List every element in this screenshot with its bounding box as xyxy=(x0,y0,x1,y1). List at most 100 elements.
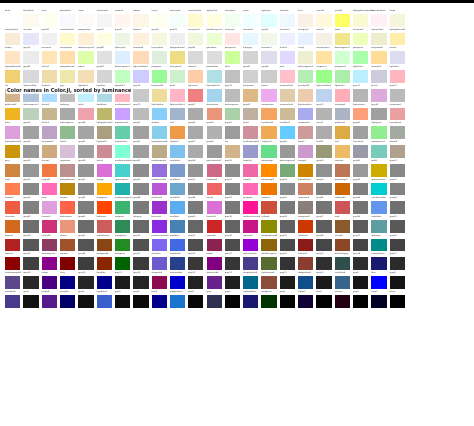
swatch-chip xyxy=(206,276,222,289)
swatch-chip xyxy=(243,182,259,196)
swatch-label: gray29 xyxy=(279,234,287,237)
color-swatch: moccasin xyxy=(41,47,60,66)
swatch-chip xyxy=(133,70,149,83)
swatch-chip xyxy=(224,70,241,83)
swatch-chip xyxy=(353,238,369,252)
color-swatch: gray88 xyxy=(96,47,115,66)
swatch-label: darksalmon xyxy=(59,216,72,218)
swatch-chip xyxy=(5,182,21,196)
swatch-chip xyxy=(59,163,76,177)
color-swatch: darksalmon xyxy=(206,104,225,123)
color-swatch: gray59 xyxy=(23,160,41,179)
color-swatch: gray60 xyxy=(353,160,371,179)
color-swatch: gray28 xyxy=(316,235,334,254)
swatch-chip xyxy=(169,220,186,233)
swatch-chip xyxy=(23,294,39,308)
swatch-chip xyxy=(41,145,57,158)
swatch-label: gray10 xyxy=(316,272,324,275)
swatch-label: palegoldenrod xyxy=(59,66,75,69)
swatch-label: aliceblue xyxy=(279,10,289,12)
swatch-label: darkcyan xyxy=(371,234,381,237)
color-swatch: gray92 xyxy=(261,29,279,48)
swatch-chip xyxy=(96,238,112,252)
color-swatch: wheat2 xyxy=(41,66,60,85)
swatch-label: gray13 xyxy=(188,272,196,275)
color-swatch: lightyellow xyxy=(206,10,225,29)
swatch-label: lightsalmon4 xyxy=(261,272,275,275)
color-swatch: gray16 xyxy=(23,272,41,291)
swatch-label: darkorange2 xyxy=(261,178,275,181)
swatch-chip xyxy=(316,14,332,27)
swatch-chip xyxy=(243,163,259,177)
color-swatch: darkviolet xyxy=(243,235,261,254)
color-swatch: tan1 xyxy=(334,141,353,160)
swatch-chip xyxy=(151,145,167,158)
color-swatch: gray56 xyxy=(316,160,334,179)
swatch-chip xyxy=(316,201,332,214)
swatch-label: gray94 xyxy=(41,28,49,31)
color-swatch: linen xyxy=(298,10,316,29)
swatch-label: burlywood1 xyxy=(371,47,384,50)
color-swatch: hotpink2 xyxy=(243,160,261,179)
swatch-label: salmon4 xyxy=(334,159,344,162)
color-swatch: lavender3 xyxy=(371,66,389,85)
color-swatch: darkgreen xyxy=(261,291,279,310)
swatch-chip xyxy=(334,70,351,83)
color-swatch: firebrick4 xyxy=(298,235,316,254)
swatch-label: palevioletred3 xyxy=(206,159,221,162)
swatch-chip xyxy=(23,163,39,177)
swatch-label: plum2 xyxy=(261,84,268,87)
color-swatch: rosybrown3 xyxy=(298,122,316,141)
color-swatch: azure xyxy=(243,10,261,29)
color-swatch: mediumpurple3 xyxy=(243,141,261,160)
color-swatch: orchid xyxy=(96,160,115,179)
swatch-label: tomato xyxy=(59,197,68,200)
swatch-label: midnightblue xyxy=(371,253,385,256)
swatch-label: rosybrown3 xyxy=(298,122,310,125)
swatch-chip xyxy=(59,14,76,27)
swatch-label: gray47 xyxy=(224,197,232,200)
color-swatch: gray67 xyxy=(188,104,206,123)
color-swatch: wheat xyxy=(78,66,96,85)
swatch-chip xyxy=(151,107,167,121)
swatch-label: gray83 xyxy=(96,66,104,69)
color-swatch: gray1 xyxy=(279,291,298,310)
swatch-label: thistle xyxy=(59,141,67,144)
color-swatch: slategray1 xyxy=(298,29,316,48)
color-swatch: gray14 xyxy=(133,272,151,291)
swatch-chip xyxy=(389,88,405,102)
swatch-chip xyxy=(298,51,314,65)
top-border xyxy=(0,0,474,3)
color-swatch: maroon xyxy=(334,291,353,310)
swatch-label: gray66 xyxy=(188,122,196,125)
swatch-chip xyxy=(114,276,131,289)
swatch-label: gray63 xyxy=(23,122,31,125)
color-swatch: saddlebrown xyxy=(96,235,115,254)
swatch-label: gray18 xyxy=(353,253,361,256)
swatch-label: gray33 xyxy=(78,234,86,237)
swatch-chip xyxy=(334,294,351,308)
swatch-chip xyxy=(224,126,241,140)
color-swatch: gray69 xyxy=(243,104,261,123)
color-swatch: darkgoldenrod xyxy=(59,179,78,198)
swatch-label: firebrick4 xyxy=(298,234,308,237)
swatch-chip xyxy=(96,126,112,140)
swatch-chip xyxy=(243,70,259,83)
swatch-label: azure xyxy=(243,10,249,12)
swatch-chip xyxy=(316,145,332,158)
swatch-label: burlywood xyxy=(243,84,254,87)
color-swatch: plum3 xyxy=(371,85,389,104)
swatch-label: gray51 xyxy=(389,178,397,181)
color-swatch: orange3 xyxy=(298,160,316,179)
color-swatch: gray50 xyxy=(353,179,371,198)
swatch-chip xyxy=(151,182,167,196)
swatch-label: lightpink1 xyxy=(334,84,345,87)
swatch-chip xyxy=(5,238,21,252)
swatch-chip xyxy=(353,182,369,196)
color-swatch: peachpuff2 xyxy=(298,85,316,104)
swatch-chip xyxy=(389,182,405,196)
swatch-label: pink1 xyxy=(169,84,176,87)
swatch-label: gray39 xyxy=(224,216,232,218)
color-swatch: gray31 xyxy=(188,235,206,254)
color-swatch: mediumblue xyxy=(169,272,188,291)
